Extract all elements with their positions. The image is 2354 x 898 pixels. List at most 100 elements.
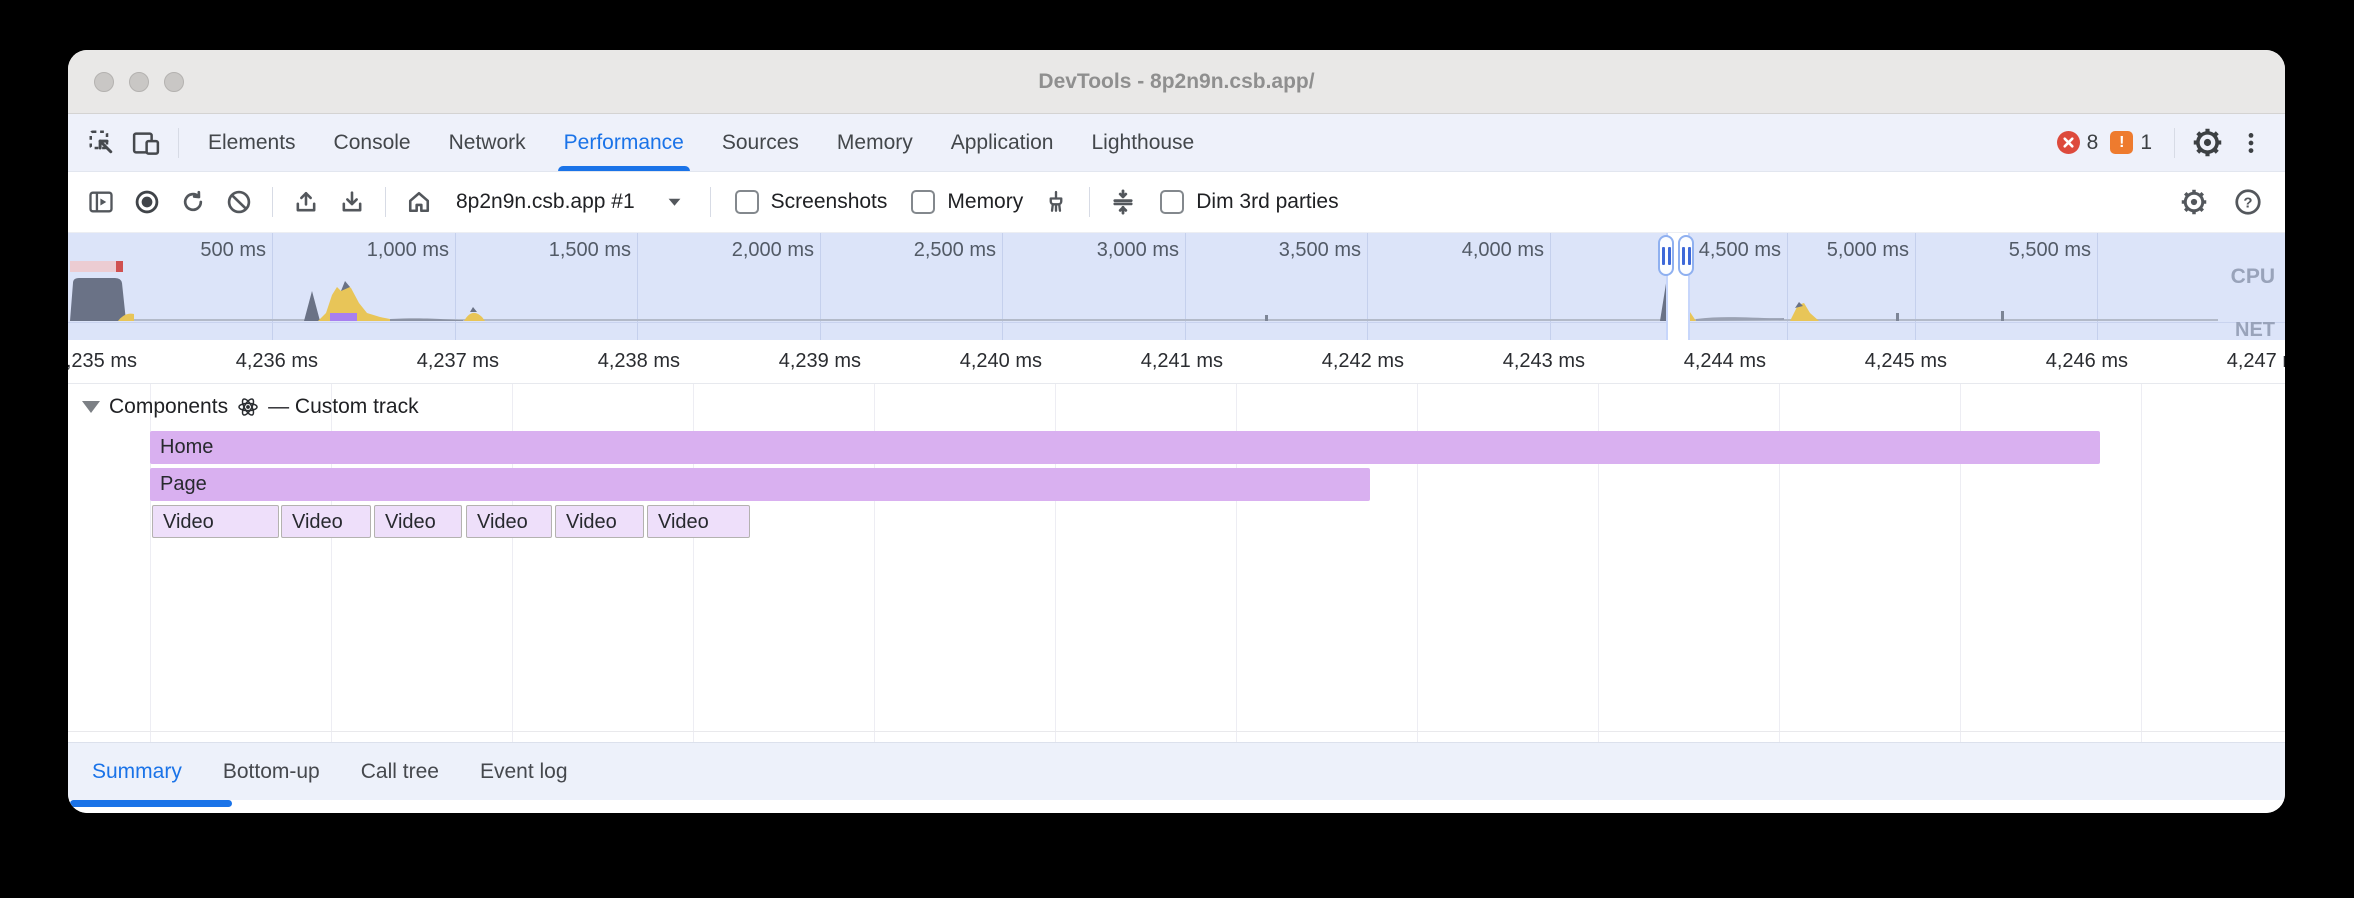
components-track-header[interactable]: Components — Custom track <box>82 395 419 419</box>
track-bar-page[interactable]: Page <box>150 468 1370 501</box>
overview-tick-label: 3,500 ms <box>1221 237 1361 263</box>
tab-lighthouse[interactable]: Lighthouse <box>1072 114 1213 171</box>
ruler-tick-label: 4,241 ms <box>1083 340 1223 383</box>
summary-tab-underline <box>70 800 232 807</box>
overview-tick-label: 2,000 ms <box>674 237 814 263</box>
overview-tick-label: 2,500 ms <box>856 237 996 263</box>
device-toolbar-button[interactable] <box>124 121 168 165</box>
kebab-menu-icon[interactable] <box>2229 121 2273 165</box>
ruler-tick-label: 4,236 ms <box>178 340 318 383</box>
window-bottom-strip <box>68 800 2285 813</box>
tab-application[interactable]: Application <box>932 114 1073 171</box>
track-bar-video[interactable]: Video <box>374 505 462 538</box>
settings-gear-icon[interactable] <box>2185 121 2229 165</box>
title-bar: DevTools - 8p2n9n.csb.app/ <box>68 50 2285 114</box>
dim-3rd-parties-label: Dim 3rd parties <box>1196 190 1338 214</box>
collapse-sections-icon[interactable] <box>1100 179 1146 225</box>
window-title: DevTools - 8p2n9n.csb.app/ <box>1038 70 1314 94</box>
range-handle-right[interactable] <box>1678 235 1694 276</box>
track-gridline <box>2141 384 2142 742</box>
track-bar-home[interactable]: Home <box>150 431 2100 464</box>
range-handle-left[interactable] <box>1658 235 1674 276</box>
dim-3rd-parties-checkbox[interactable] <box>1160 190 1184 214</box>
divider <box>1089 187 1090 217</box>
error-count: 8 <box>2087 131 2099 155</box>
divider <box>710 187 711 217</box>
ruler-tick-label: 4,245 ms <box>1807 340 1947 383</box>
collapse-triangle-icon[interactable] <box>82 401 100 413</box>
track-bar-video[interactable]: Video <box>152 505 279 538</box>
ruler-tick-label: 4,242 ms <box>1264 340 1404 383</box>
home-icon[interactable] <box>396 179 442 225</box>
net-lane-label: NET <box>2235 319 2275 340</box>
track-bar-video[interactable]: Video <box>647 505 750 538</box>
ruler-tick-label: 4,238 ms <box>540 340 680 383</box>
tab-memory[interactable]: Memory <box>818 114 932 171</box>
ruler-tick-label: 4,243 ms <box>1445 340 1585 383</box>
toggle-sidebar-icon[interactable] <box>78 179 124 225</box>
bottom-tab-call-tree[interactable]: Call tree <box>361 760 439 784</box>
overview-tick-label: 5,000 ms <box>1769 237 1909 263</box>
target-selector[interactable]: 8p2n9n.csb.app #1 <box>456 190 635 214</box>
record-button[interactable] <box>124 179 170 225</box>
error-badge-icon[interactable] <box>2057 131 2080 154</box>
chevron-down-icon[interactable] <box>667 197 682 207</box>
download-profile-icon[interactable] <box>329 179 375 225</box>
devtools-window: DevTools - 8p2n9n.csb.app/ ElementsConso… <box>68 50 2285 813</box>
memory-checkbox[interactable] <box>911 190 935 214</box>
ruler-tick-label: 4,244 ms <box>1626 340 1766 383</box>
bottom-tab-event-log[interactable]: Event log <box>480 760 568 784</box>
ruler-tick-label: 4,235 ms <box>68 340 137 383</box>
ruler-tick-label: 4,240 ms <box>902 340 1042 383</box>
issue-count: 1 <box>2140 131 2152 155</box>
bottom-tab-bar: Summary Bottom-up Call tree Event log <box>68 742 2285 800</box>
capture-settings-gear-icon[interactable] <box>2171 179 2217 225</box>
performance-toolbar: 8p2n9n.csb.app #1 Screenshots Memory <box>68 172 2285 233</box>
cpu-lane-label: CPU <box>2231 265 2275 289</box>
track-bar-video[interactable]: Video <box>555 505 644 538</box>
overview-tick-label: 4,000 ms <box>1404 237 1544 263</box>
tab-sources[interactable]: Sources <box>703 114 818 171</box>
overview-tick-label: 500 ms <box>126 237 266 263</box>
track-bar-video[interactable]: Video <box>281 505 371 538</box>
devtools-tab-bar: ElementsConsoleNetworkPerformanceSources… <box>68 114 2285 172</box>
react-atom-icon <box>237 396 259 418</box>
issue-badge-icon[interactable]: ! <box>2110 131 2133 154</box>
divider <box>2174 128 2175 158</box>
track-bar-video[interactable]: Video <box>466 505 552 538</box>
tab-console[interactable]: Console <box>315 114 430 171</box>
upload-profile-icon[interactable] <box>283 179 329 225</box>
help-icon[interactable]: ? <box>2225 179 2271 225</box>
collect-garbage-icon[interactable] <box>1033 179 1079 225</box>
dim-3rd-parties-toggle[interactable]: Dim 3rd parties <box>1160 190 1338 214</box>
tab-network[interactable]: Network <box>430 114 545 171</box>
track-separator-line <box>68 731 2285 732</box>
overview-tick-label: 5,500 ms <box>1951 237 2091 263</box>
traffic-lights <box>94 50 184 113</box>
close-window-button[interactable] <box>94 72 114 92</box>
flame-chart-area[interactable]: Components — Custom track HomePageVideoV… <box>68 384 2285 742</box>
memory-toggle[interactable]: Memory <box>911 190 1023 214</box>
screenshots-toggle[interactable]: Screenshots <box>735 190 888 214</box>
ruler-tick-label: 4,246 ms <box>1988 340 2128 383</box>
bottom-tab-bottom-up[interactable]: Bottom-up <box>223 760 320 784</box>
memory-label: Memory <box>947 190 1023 214</box>
overview-tick-label: 3,000 ms <box>1039 237 1179 263</box>
bottom-tab-summary[interactable]: Summary <box>92 760 182 784</box>
ruler-tick-label: 4,239 ms <box>721 340 861 383</box>
tab-performance[interactable]: Performance <box>545 114 703 171</box>
tab-elements[interactable]: Elements <box>189 114 315 171</box>
toolbar-right: ? <box>2171 179 2271 225</box>
overview-tick-label: 1,500 ms <box>491 237 631 263</box>
screenshots-checkbox[interactable] <box>735 190 759 214</box>
timeline-overview[interactable]: 500 ms1,000 ms1,500 ms2,000 ms2,500 ms3,… <box>68 233 2285 340</box>
screenshots-label: Screenshots <box>771 190 888 214</box>
zoom-window-button[interactable] <box>164 72 184 92</box>
timeline-ruler: 4,235 ms 4,236 ms 4,237 ms 4,238 ms 4,239 ms… <box>68 340 2285 384</box>
track-suffix: — Custom track <box>268 395 419 419</box>
ruler-tick-label: 4,237 ms <box>359 340 499 383</box>
minimize-window-button[interactable] <box>129 72 149 92</box>
inspect-element-button[interactable] <box>80 121 124 165</box>
clear-button[interactable] <box>216 179 262 225</box>
reload-record-button[interactable] <box>170 179 216 225</box>
